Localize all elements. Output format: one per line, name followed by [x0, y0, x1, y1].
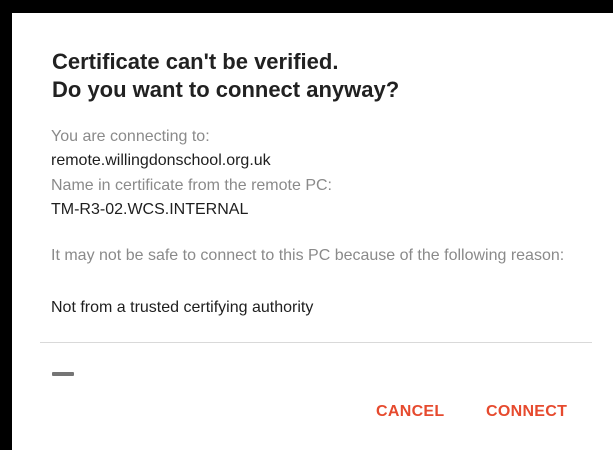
cancel-button[interactable]: CANCEL [376, 403, 444, 421]
certificate-warning-dialog: Certificate can't be verified. Do you wa… [12, 13, 613, 450]
dialog-divider [40, 342, 592, 343]
certificate-name-value: TM-R3-02.WCS.INTERNAL [51, 201, 249, 218]
reason-value: Not from a trusted certifying authority [51, 299, 314, 316]
connecting-to-label: You are connecting to: [51, 128, 210, 145]
connect-button[interactable]: CONNECT [486, 403, 567, 421]
certificate-name-label: Name in certificate from the remote PC: [51, 177, 332, 194]
connecting-to-value: remote.willingdonschool.org.uk [51, 152, 271, 169]
dialog-title: Certificate can't be verified. Do you wa… [52, 49, 400, 102]
reason-label: It may not be safe to connect to this PC… [51, 247, 565, 264]
dont-ask-again-checkbox[interactable] [52, 372, 74, 376]
screen-backdrop: Certificate can't be verified. Do you wa… [0, 0, 613, 450]
